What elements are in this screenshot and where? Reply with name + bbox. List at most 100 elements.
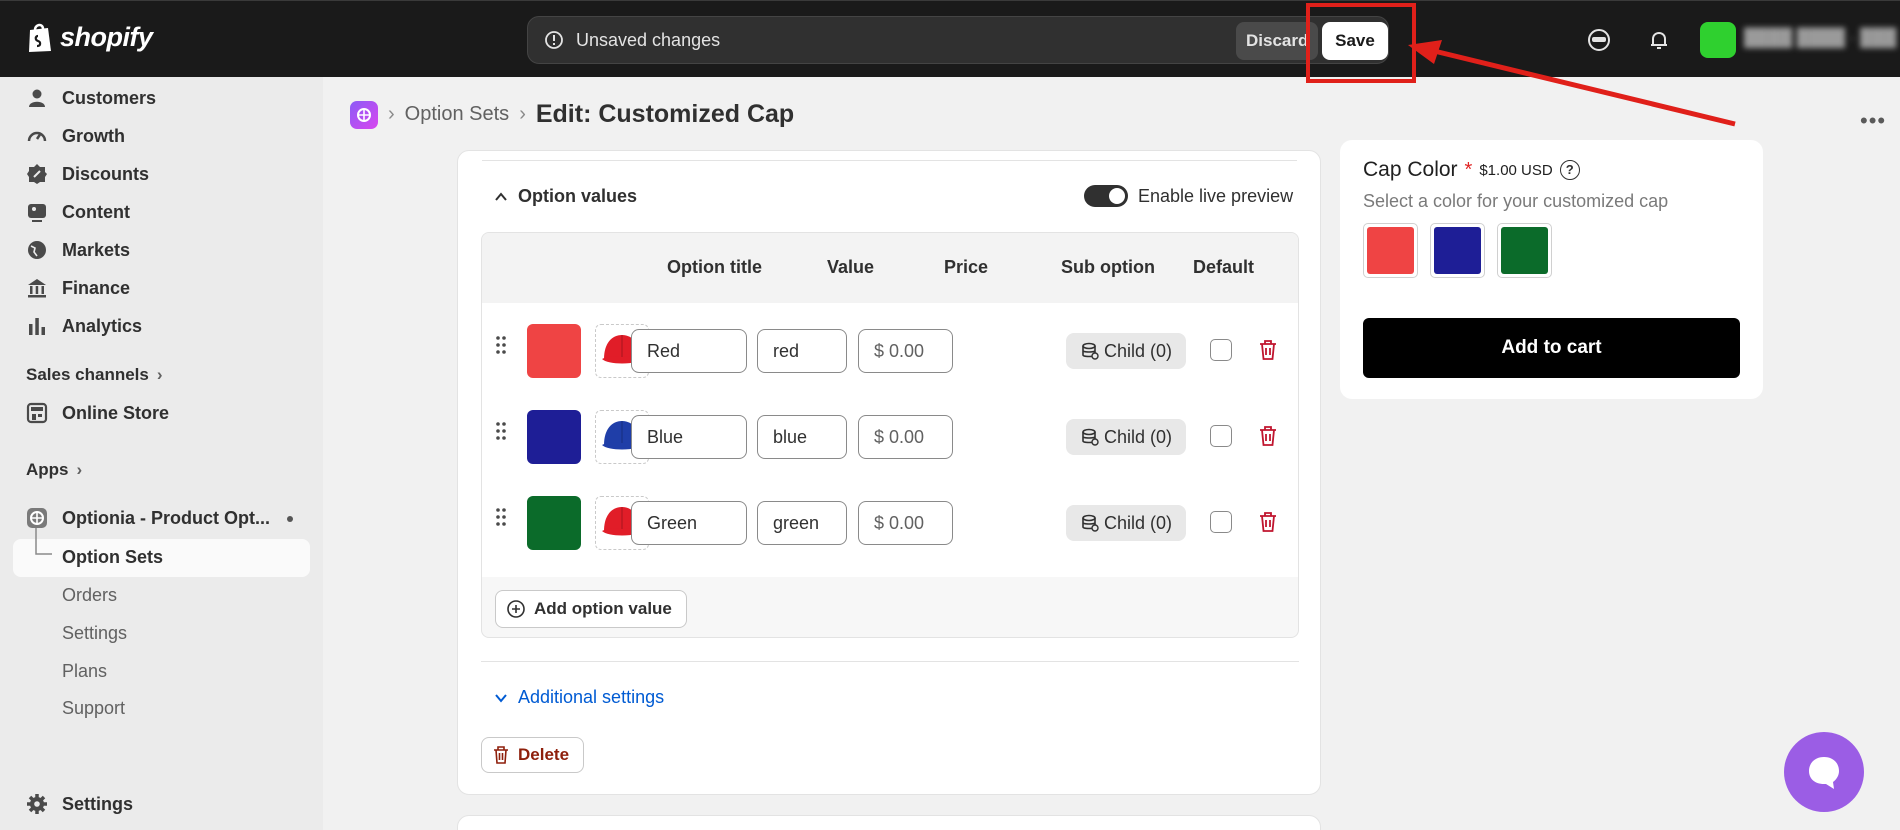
globe-icon <box>28 241 46 259</box>
optionia-app-icon <box>27 508 47 528</box>
sidebar-item-analytics[interactable]: Analytics <box>26 310 142 342</box>
default-checkbox[interactable] <box>1210 339 1232 361</box>
price-input[interactable]: $ 0.00 <box>858 329 953 373</box>
chat-launcher-button[interactable] <box>1784 732 1864 812</box>
value-input[interactable]: red <box>757 329 847 373</box>
swatch-fill <box>1501 227 1548 274</box>
person-icon <box>29 89 45 107</box>
preview-swatch-green[interactable] <box>1497 223 1552 278</box>
trash-icon[interactable] <box>1258 425 1278 447</box>
chevron-right-icon: › <box>388 103 395 125</box>
database-icon <box>1082 514 1099 532</box>
option-title-input[interactable]: Green <box>631 501 747 545</box>
sidebar-item-label: Online Store <box>62 402 170 423</box>
store-avatar[interactable] <box>1700 22 1736 58</box>
sidebar-item-customers[interactable]: Customers <box>26 82 156 114</box>
discount-icon <box>27 164 47 184</box>
column-header-price: Price <box>944 257 989 277</box>
swatch-fill <box>1434 227 1481 274</box>
sidebar-item-label: Content <box>62 201 130 222</box>
value-input[interactable]: blue <box>757 415 847 459</box>
preview-swatch-blue[interactable] <box>1430 223 1485 278</box>
sub-option-button[interactable]: Child (0) <box>1066 419 1186 455</box>
color-swatch[interactable] <box>527 324 581 378</box>
optionia-app-icon[interactable] <box>350 100 378 129</box>
sidebar-section-apps[interactable]: Apps › <box>26 460 82 480</box>
delete-label: Delete <box>518 745 570 764</box>
bank-icon <box>28 279 46 298</box>
chevron-up-icon <box>495 191 507 201</box>
required-mark: * <box>1464 158 1473 181</box>
chevron-right-icon: › <box>519 103 526 125</box>
option-title-value: Green <box>647 513 698 533</box>
drag-handle-icon[interactable] <box>494 420 508 442</box>
more-actions-icon[interactable]: ••• <box>1860 108 1886 134</box>
sidebar-subitem-option-sets[interactable]: Option Sets <box>62 547 163 568</box>
trash-icon[interactable] <box>1258 339 1278 361</box>
sidebar-item-optionia-app[interactable]: Optionia - Product Opt... <box>26 502 270 534</box>
price-value: $ 0.00 <box>874 513 925 533</box>
column-header-sub-option: Sub option <box>1061 257 1155 277</box>
table-row: Blue blue $ 0.00 Child (0) <box>482 389 1298 475</box>
color-swatch[interactable] <box>527 410 581 464</box>
sidebar-item-online-store[interactable]: Online Store <box>26 397 169 429</box>
account-name-blurred[interactable]: ████ ████ · ███ <box>1744 28 1896 48</box>
sidebar-subitem-settings[interactable]: Settings <box>62 623 127 644</box>
sidebar-item-label: Settings <box>62 793 134 814</box>
preview-swatch-red[interactable] <box>1363 223 1418 278</box>
drag-handle-icon[interactable] <box>494 506 508 528</box>
delete-button[interactable]: Delete <box>481 737 585 773</box>
preview-price: $1.00 USD <box>1479 161 1553 179</box>
sidebar-subitem-support[interactable]: Support <box>62 698 125 719</box>
pin-indicator-dot <box>287 516 293 522</box>
sidebar-item-markets[interactable]: Markets <box>26 234 130 266</box>
sub-option-button[interactable]: Child (0) <box>1066 505 1186 541</box>
chat-bubble-icon <box>1809 757 1839 789</box>
drag-handle-icon[interactable] <box>494 334 508 356</box>
additional-settings-toggle[interactable]: Additional settings <box>494 687 664 708</box>
shopify-logo[interactable]: shopify <box>26 21 153 53</box>
apps-label: Apps <box>26 460 69 479</box>
next-card-edge <box>457 815 1321 830</box>
trash-icon[interactable] <box>1258 511 1278 533</box>
live-preview-toggle-group: Enable live preview <box>1084 185 1293 207</box>
value-value: red <box>773 341 800 361</box>
sidebar-item-settings[interactable]: Settings <box>26 788 133 820</box>
price-value: $ 0.00 <box>874 427 925 447</box>
bell-icon[interactable] <box>1646 27 1672 53</box>
sidebar-subitem-plans[interactable]: Plans <box>62 661 107 682</box>
live-preview-card: Cap Color * $1.00 USD ? Select a color f… <box>1340 140 1763 399</box>
value-input[interactable]: green <box>757 501 847 545</box>
chevron-down-icon <box>495 693 507 703</box>
option-values-toggle[interactable]: Option values <box>494 186 637 207</box>
preview-option-label: Cap Color * $1.00 USD ? <box>1363 158 1580 182</box>
sub-option-button[interactable]: Child (0) <box>1066 333 1186 369</box>
option-title-value: Red <box>647 341 681 361</box>
additional-settings-label: Additional settings <box>518 687 665 707</box>
sidebar-item-growth[interactable]: Growth <box>26 120 125 152</box>
add-to-cart-button[interactable]: Add to cart <box>1363 318 1740 378</box>
sidebar-section-sales-channels[interactable]: Sales channels › <box>26 365 163 385</box>
default-checkbox[interactable] <box>1210 511 1232 533</box>
table-header: Option title Value Price Sub option Defa… <box>482 233 1298 303</box>
sidebar-item-finance[interactable]: Finance <box>26 272 130 304</box>
option-title-input[interactable]: Blue <box>631 415 747 459</box>
sidebar-item-discounts[interactable]: Discounts <box>26 158 149 190</box>
price-input[interactable]: $ 0.00 <box>858 501 953 545</box>
sub-option-label: Child (0) <box>1104 340 1173 361</box>
sidebar-subitem-orders[interactable]: Orders <box>62 585 117 606</box>
sidebar-item-label: Analytics <box>62 315 143 336</box>
help-icon[interactable]: ? <box>1559 160 1580 180</box>
shopify-bag-icon <box>29 23 51 52</box>
default-checkbox[interactable] <box>1210 425 1232 447</box>
page-title: Edit: Customized Cap <box>535 100 795 128</box>
database-icon <box>1082 428 1099 446</box>
sidebar-item-content[interactable]: Content <box>26 196 130 228</box>
add-option-value-button[interactable]: Add option value <box>495 590 687 628</box>
price-input[interactable]: $ 0.00 <box>858 415 953 459</box>
sidekick-icon[interactable] <box>1586 27 1612 53</box>
breadcrumb-option-sets[interactable]: Option Sets <box>405 103 510 126</box>
live-preview-toggle[interactable] <box>1084 185 1128 207</box>
color-swatch[interactable] <box>527 496 581 550</box>
option-title-input[interactable]: Red <box>631 329 747 373</box>
